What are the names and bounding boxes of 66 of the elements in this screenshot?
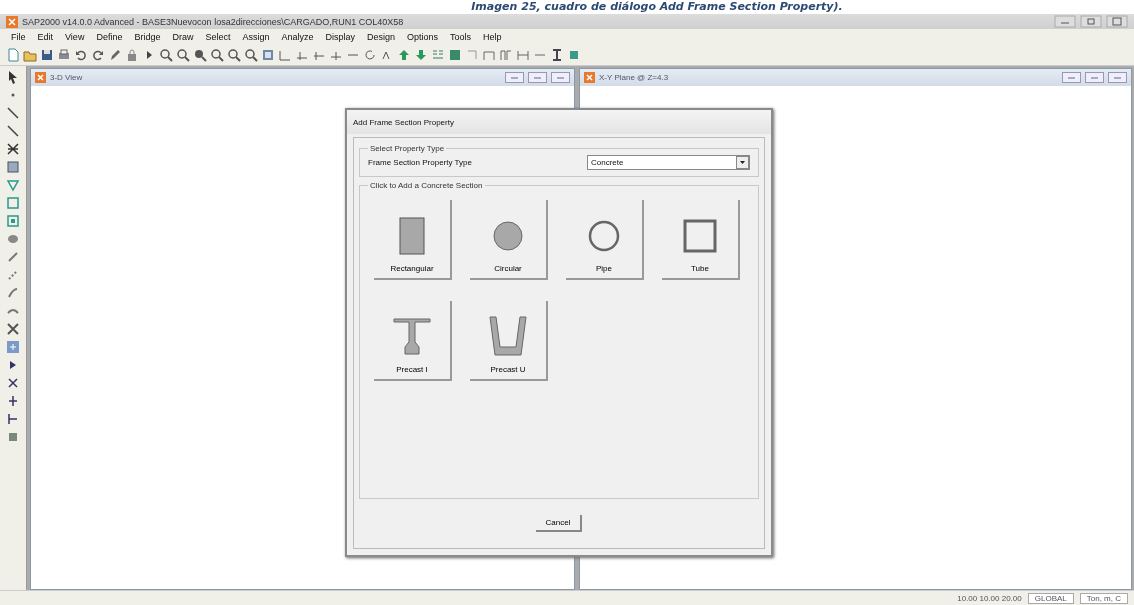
save-icon[interactable] xyxy=(40,47,54,62)
up-arrow-icon[interactable] xyxy=(397,47,411,62)
minimize-icon[interactable] xyxy=(1054,15,1076,28)
zoom-icon[interactable] xyxy=(176,47,190,62)
menu-item[interactable]: Select xyxy=(200,31,236,42)
app-logo-icon xyxy=(6,15,18,28)
field-label: Frame Section Property Type xyxy=(368,158,472,167)
section-shape-button[interactable]: Pipe xyxy=(566,200,644,280)
zoom-icon[interactable] xyxy=(159,47,173,62)
menu-item[interactable]: Define xyxy=(91,31,128,42)
restore-icon[interactable] xyxy=(1080,15,1102,28)
menu-item[interactable]: Display xyxy=(320,31,360,42)
app-logo-icon xyxy=(35,72,46,83)
minimize-icon[interactable] xyxy=(1062,72,1081,83)
menu-item[interactable]: Analyze xyxy=(276,31,319,42)
app-logo-icon xyxy=(584,72,595,83)
frame-icon[interactable] xyxy=(499,47,513,62)
section-shape-button[interactable]: Circular xyxy=(470,200,548,280)
dialog-title: Add Frame Section Property xyxy=(353,117,454,127)
maximize-icon[interactable] xyxy=(1108,72,1127,83)
coordinate-system-dropdown[interactable]: GLOBAL xyxy=(1027,592,1074,604)
menu-item[interactable]: Design xyxy=(362,31,401,42)
property-type-dropdown[interactable]: Concrete xyxy=(587,155,750,170)
section-shape-button[interactable]: Precast I xyxy=(374,301,452,381)
section-shape-button[interactable]: Tube xyxy=(662,200,740,280)
rotate-icon[interactable] xyxy=(363,47,377,62)
window-title: SAP2000 v14.0.0 Advanced - BASE3Nuevocon losa2direcciones\CARGADO,RUN1 COL40X58 xyxy=(22,16,404,27)
minimize-icon[interactable] xyxy=(505,72,524,83)
menu-item[interactable]: Edit xyxy=(32,31,59,42)
menu-item[interactable]: Draw xyxy=(167,31,199,42)
group-legend: Click to Add a Concrete Section xyxy=(368,181,485,190)
zoom-icon[interactable] xyxy=(210,47,224,62)
line-icon[interactable] xyxy=(6,106,20,120)
link-icon[interactable] xyxy=(6,286,20,300)
menu-item[interactable]: Help xyxy=(478,31,507,42)
cancel-button[interactable]: Cancel xyxy=(536,515,582,532)
menu-item[interactable]: Assign xyxy=(237,31,275,42)
down-arrow-icon[interactable] xyxy=(414,47,428,62)
view-title: X-Y Plane @ Z=4.3 xyxy=(599,73,669,82)
pencil-icon[interactable] xyxy=(108,47,122,62)
zoom-icon[interactable] xyxy=(227,47,241,62)
restore-icon[interactable] xyxy=(1085,72,1104,83)
new-file-icon[interactable] xyxy=(6,47,20,62)
zoom-icon[interactable] xyxy=(193,47,207,62)
group-legend: Select Property Type xyxy=(368,144,447,153)
maximize-icon[interactable] xyxy=(551,72,570,83)
line-icon[interactable] xyxy=(6,124,20,138)
cross-icon[interactable] xyxy=(6,142,20,156)
cursor-coordinates: 10.00 10.00 20.00 xyxy=(957,593,1022,603)
print-icon[interactable] xyxy=(57,47,71,62)
menu-item[interactable]: Bridge xyxy=(129,31,166,42)
zoom-icon[interactable] xyxy=(244,47,258,62)
section-shape-button[interactable]: Rectangular xyxy=(374,200,452,280)
menu-item[interactable]: Options xyxy=(402,31,444,42)
brace-icon[interactable] xyxy=(6,322,20,336)
section-shape-button[interactable]: Precast U xyxy=(470,301,548,381)
menu-item[interactable]: File xyxy=(6,31,31,42)
units-dropdown[interactable]: Ton, m, C xyxy=(1079,592,1128,604)
restore-icon[interactable] xyxy=(528,72,547,83)
maximize-icon[interactable] xyxy=(1106,15,1128,28)
view-title: 3-D View xyxy=(50,73,83,82)
figure-caption: Imagen 25, cuadro de diálogo Add Frame Section Property). xyxy=(471,0,843,14)
menu-item[interactable]: Tools xyxy=(445,31,477,42)
menu-item[interactable]: View xyxy=(60,31,90,42)
link-icon[interactable] xyxy=(6,268,20,282)
link-icon[interactable] xyxy=(6,250,20,264)
